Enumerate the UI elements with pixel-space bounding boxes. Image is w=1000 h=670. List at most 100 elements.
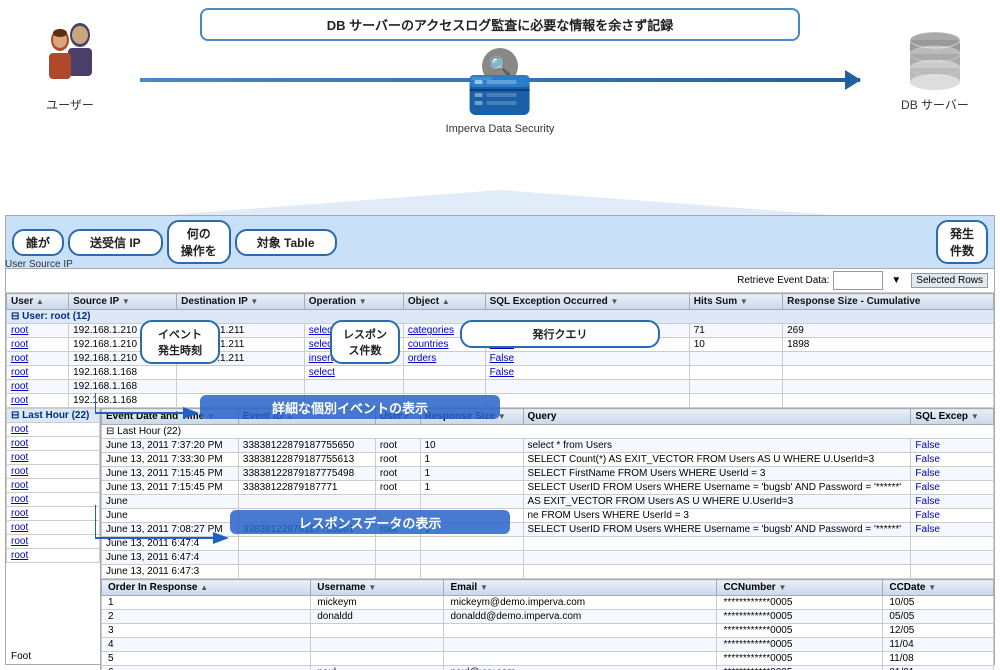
main-table-row-1[interactable]: root192.168.1.210192.168.1.211selectcoun… xyxy=(7,338,994,352)
resp-cell-1-2: donaldd@demo.imperva.com xyxy=(444,610,717,624)
main-table-row-0[interactable]: root192.168.1.210192.168.1.211selectcate… xyxy=(7,324,994,338)
th-operation[interactable]: Operation ▼ xyxy=(304,294,403,310)
sub-cell-2-4: SELECT FirstName FROM Users WHERE UserId… xyxy=(523,467,911,481)
who-bubble: 誰が xyxy=(12,229,64,256)
resp-th-ccnumber[interactable]: CCNumber ▼ xyxy=(717,580,883,596)
th-source-ip[interactable]: Source IP ▼ xyxy=(69,294,177,310)
resp-cell-2-4: 12/05 xyxy=(883,624,994,638)
main-cell-5-6 xyxy=(689,394,782,408)
left-cell-2: root xyxy=(7,437,100,451)
sub-table-row-9[interactable]: June 13, 2011 6:47:3 xyxy=(102,565,994,579)
sub-cell-8-0: June 13, 2011 6:47:4 xyxy=(102,551,239,565)
sub-th-query[interactable]: Query xyxy=(523,409,911,425)
resp-cell-5-4: 01/01 xyxy=(883,666,994,670)
resp-th-email[interactable]: Email ▼ xyxy=(444,580,717,596)
resp-th-username[interactable]: Username ▼ xyxy=(311,580,444,596)
response-data-box: レスポンスデータの表示 xyxy=(230,510,510,534)
left-row-3: root xyxy=(7,451,100,465)
th-sql-exception[interactable]: SQL Exception Occurred ▼ xyxy=(485,294,689,310)
main-cell-3-7 xyxy=(783,366,994,380)
resp-table-row-1[interactable]: 2donaldddonaldd@demo.imperva.com********… xyxy=(102,610,994,624)
main-cell-3-2 xyxy=(177,366,305,380)
sub-cell-7-5 xyxy=(911,537,994,551)
th-hits-sum[interactable]: Hits Sum ▼ xyxy=(689,294,782,310)
retrieve-input[interactable] xyxy=(833,271,883,290)
user-label: ユーザー xyxy=(30,96,110,113)
resp-cell-4-3: ************0005 xyxy=(717,652,883,666)
main-cell-3-3: select xyxy=(304,366,403,380)
sub-table-row-4[interactable]: JuneAS EXIT_VECTOR FROM Users AS U WHERE… xyxy=(102,495,994,509)
resp-table-row-5[interactable]: 6paulpaul@yyy.com************000501/01 xyxy=(102,666,994,670)
sub-cell-7-0: June 13, 2011 6:47:4 xyxy=(102,537,239,551)
right-tables: Event Date and Time ▼ Event ID ▲ User▼ R… xyxy=(101,408,994,670)
main-cell-4-0: root xyxy=(7,380,69,394)
resp-cell-2-1 xyxy=(311,624,444,638)
resp-table-row-4[interactable]: 5************000511/08 xyxy=(102,652,994,666)
sub-cell-9-5 xyxy=(911,565,994,579)
main-cell-0-7: 269 xyxy=(783,324,994,338)
main-cell-0-5: False xyxy=(485,324,689,338)
retrieve-row: Retrieve Event Data: ▼ Selected Rows xyxy=(6,269,994,293)
filter-icon[interactable]: ▼ xyxy=(891,275,901,286)
sub-table-row-0[interactable]: June 13, 2011 7:37:20 PM3383812287918775… xyxy=(102,439,994,453)
resp-cell-1-4: 05/05 xyxy=(883,610,994,624)
sub-table-row-8[interactable]: June 13, 2011 6:47:4 xyxy=(102,551,994,565)
resp-cell-0-0: 1 xyxy=(102,596,311,610)
main-table-row-4[interactable]: root192.168.1.168 xyxy=(7,380,994,394)
left-row-5: root xyxy=(7,479,100,493)
main-table-row-3[interactable]: root192.168.1.168selectFalse xyxy=(7,366,994,380)
main-cell-4-5 xyxy=(485,380,689,394)
sub-cell-6-0: June 13, 2011 7:08:27 PM xyxy=(102,523,239,537)
resp-table-row-3[interactable]: 4************000511/04 xyxy=(102,638,994,652)
sub-cell-3-0: June 13, 2011 7:15:45 PM xyxy=(102,481,239,495)
main-table-row-5[interactable]: root192.168.1.168 xyxy=(7,394,994,408)
resp-header-row: Order In Response ▲ Username ▼ Email ▼ C… xyxy=(102,580,994,596)
resp-th-ccdate[interactable]: CCDate ▼ xyxy=(883,580,994,596)
sub-group-header: ⊟ Last Hour (22) xyxy=(102,425,994,439)
main-cell-0-4: categories xyxy=(403,324,485,338)
sub-cell-1-1: 33838122879187755613 xyxy=(238,453,375,467)
sub-cell-7-3 xyxy=(420,537,523,551)
main-cell-1-0: root xyxy=(7,338,69,352)
sub-cell-2-0: June 13, 2011 7:15:45 PM xyxy=(102,467,239,481)
sub-th-sql-excep[interactable]: SQL Excep ▼ xyxy=(911,409,994,425)
th-response-size[interactable]: Response Size - Cumulative xyxy=(783,294,994,310)
main-cell-3-4 xyxy=(403,366,485,380)
main-cell-4-4 xyxy=(403,380,485,394)
retrieve-label: Retrieve Event Data: xyxy=(737,275,829,286)
ip-bubble: 送受信 IP xyxy=(68,229,163,256)
resp-th-order[interactable]: Order In Response ▲ xyxy=(102,580,311,596)
main-cell-1-2: 192.168.1.211 xyxy=(177,338,305,352)
sub-table-row-3[interactable]: June 13, 2011 7:15:45 PM3383812287918777… xyxy=(102,481,994,495)
main-cell-3-6 xyxy=(689,366,782,380)
resp-table-row-0[interactable]: 1mickeymmickeym@demo.imperva.com********… xyxy=(102,596,994,610)
left-row-6: root xyxy=(7,493,100,507)
left-cell-3: root xyxy=(7,451,100,465)
resp-cell-0-4: 10/05 xyxy=(883,596,994,610)
sub-table-row-1[interactable]: June 13, 2011 7:33:30 PM3383812287918775… xyxy=(102,453,994,467)
th-object[interactable]: Object ▲ xyxy=(403,294,485,310)
sub-cell-5-0: June xyxy=(102,509,239,523)
resp-cell-3-2 xyxy=(444,638,717,652)
sub-cell-3-1: 33838122879187771 xyxy=(238,481,375,495)
db-figure: DB サーバー xyxy=(900,30,970,113)
main-cell-4-2 xyxy=(177,380,305,394)
label-bubbles-row: 誰が 送受信 IP 何の 操作を 対象 Table 発生 件数 xyxy=(6,216,994,269)
response-data-label: レスポンスデータの表示 xyxy=(299,513,442,532)
main-cell-1-3: select xyxy=(304,338,403,352)
resp-table-row-2[interactable]: 3************000512/05 xyxy=(102,624,994,638)
sub-table-row-2[interactable]: June 13, 2011 7:15:45 PM3383812287918777… xyxy=(102,467,994,481)
sub-cell-8-4 xyxy=(523,551,911,565)
resp-cell-3-1 xyxy=(311,638,444,652)
sub-cell-0-4: select * from Users xyxy=(523,439,911,453)
foot-label: Foot xyxy=(11,651,31,662)
main-cell-0-0: root xyxy=(7,324,69,338)
th-dest-ip[interactable]: Destination IP ▼ xyxy=(177,294,305,310)
resp-cell-0-3: ************0005 xyxy=(717,596,883,610)
th-user[interactable]: User ▲ xyxy=(7,294,69,310)
resp-cell-5-2: paul@yyy.com xyxy=(444,666,717,670)
resp-cell-0-2: mickeym@demo.imperva.com xyxy=(444,596,717,610)
main-cell-4-6 xyxy=(689,380,782,394)
main-table-row-2[interactable]: root192.168.1.210192.168.1.211insertorde… xyxy=(7,352,994,366)
sub-table-row-7[interactable]: June 13, 2011 6:47:4 xyxy=(102,537,994,551)
